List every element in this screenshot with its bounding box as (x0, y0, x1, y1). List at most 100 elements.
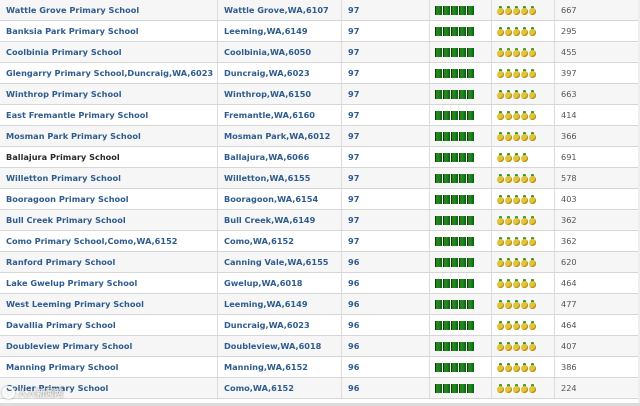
student-count: 455 (561, 47, 577, 57)
school-name-link[interactable]: Glengarry Primary School,Duncraig,WA,602… (0, 63, 218, 83)
pineapple-icon (497, 320, 504, 330)
student-count: 407 (561, 341, 577, 351)
performance-rating (430, 273, 492, 293)
student-count: 620 (561, 257, 577, 267)
book-icon (467, 152, 474, 162)
pineapple-icon (521, 110, 528, 120)
school-location-link[interactable]: Leeming,WA,6149 (218, 21, 342, 41)
pineapple-icon (521, 362, 528, 372)
table-row: Manning Primary School Manning,WA,6152 96 3… (0, 357, 638, 378)
pineapple-icon (521, 131, 528, 141)
school-location-link[interactable]: Ballajura,WA,6066 (218, 147, 342, 167)
pineapple-icon (505, 299, 512, 309)
pineapple-icon (505, 26, 512, 36)
student-count: 464 (561, 278, 577, 288)
school-name-link[interactable]: Willetton Primary School (0, 168, 218, 188)
school-location-link[interactable]: Como,WA,6152 (218, 231, 342, 251)
school-name-link[interactable]: Doubleview Primary School (0, 336, 218, 356)
pineapple-icon (521, 320, 528, 330)
school-score: 97 (342, 210, 430, 230)
pineapple-icon (521, 278, 528, 288)
book-icon (467, 110, 474, 120)
performance-rating (430, 168, 492, 188)
pineapple-icon (521, 47, 528, 57)
value-rating (492, 126, 555, 146)
book-icon (467, 131, 474, 141)
student-count: 414 (561, 110, 577, 120)
school-location-link[interactable]: Willetton,WA,6155 (218, 168, 342, 188)
pineapple-icon (513, 215, 520, 225)
value-rating (492, 168, 555, 188)
school-location-link[interactable]: Como,WA,6152 (218, 378, 342, 398)
school-location-link[interactable]: Wattle Grove,WA,6107 (218, 0, 342, 20)
value-rating (492, 357, 555, 377)
school-location-link[interactable]: Doubleview,WA,6018 (218, 336, 342, 356)
performance-rating (430, 84, 492, 104)
book-icon (451, 194, 458, 204)
pineapple-icon (521, 299, 528, 309)
school-name-link[interactable]: Ballajura Primary School (0, 147, 218, 167)
table-row: Glengarry Primary School,Duncraig,WA,602… (0, 63, 638, 84)
school-location-link[interactable]: Manning,WA,6152 (218, 357, 342, 377)
school-location-link[interactable]: Booragoon,WA,6154 (218, 189, 342, 209)
school-name-link[interactable]: Mosman Park Primary School (0, 126, 218, 146)
school-name-link[interactable]: Manning Primary School (0, 357, 218, 377)
book-icon (467, 194, 474, 204)
pineapple-icon (521, 68, 528, 78)
school-location-link[interactable]: Gwelup,WA,6018 (218, 273, 342, 293)
school-name-link[interactable]: Wattle Grove Primary School (0, 0, 218, 20)
book-icon (435, 236, 442, 246)
school-name-link[interactable]: Lake Gwelup Primary School (0, 273, 218, 293)
school-location-link[interactable]: Duncraig,WA,6023 (218, 63, 342, 83)
school-name-link[interactable]: Booragoon Primary School (0, 189, 218, 209)
pineapple-icon (529, 194, 536, 204)
book-icon (467, 26, 474, 36)
performance-rating (430, 126, 492, 146)
school-name-link[interactable]: Banksia Park Primary School (0, 21, 218, 41)
value-rating (492, 294, 555, 314)
pineapple-icon (521, 383, 528, 393)
school-location-link[interactable]: Mosman Park,WA,6012 (218, 126, 342, 146)
table-row: Winthrop Primary School Winthrop,WA,6150 9… (0, 84, 638, 105)
school-name-link[interactable]: Davallia Primary School (0, 315, 218, 335)
school-name-link[interactable]: West Leeming Primary School (0, 294, 218, 314)
book-icon (467, 383, 474, 393)
school-location-link[interactable]: Duncraig,WA,6023 (218, 315, 342, 335)
book-icon (435, 215, 442, 225)
book-icon (451, 236, 458, 246)
pineapple-icon (529, 320, 536, 330)
pineapple-icon (529, 89, 536, 99)
book-icon (435, 89, 442, 99)
pineapple-icon (505, 215, 512, 225)
school-location-link[interactable]: Bull Creek,WA,6149 (218, 210, 342, 230)
value-rating (492, 273, 555, 293)
book-icon (459, 68, 466, 78)
pineapple-icon (505, 5, 512, 15)
pineapple-icon (497, 5, 504, 15)
school-name-link[interactable]: Bull Creek Primary School (0, 210, 218, 230)
book-icon (451, 257, 458, 267)
table-row: Bull Creek Primary School Bull Creek,WA,6… (0, 210, 638, 231)
pineapple-icon (505, 320, 512, 330)
school-name-link[interactable]: East Fremantle Primary School (0, 105, 218, 125)
school-location-link[interactable]: Leeming,WA,6149 (218, 294, 342, 314)
table-row: Mosman Park Primary School Mosman Park,WA… (0, 126, 638, 147)
school-name-link[interactable]: Winthrop Primary School (0, 84, 218, 104)
school-name-link[interactable]: Coolbinia Primary School (0, 42, 218, 62)
pineapple-icon (505, 68, 512, 78)
school-location-link[interactable]: Canning Vale,WA,6155 (218, 252, 342, 272)
school-name-link[interactable]: Ranford Primary School (0, 252, 218, 272)
school-location-link[interactable]: Coolbinia,WA,6050 (218, 42, 342, 62)
performance-rating (430, 21, 492, 41)
school-name-link[interactable]: Como Primary School,Como,WA,6152 (0, 231, 218, 251)
school-score: 97 (342, 63, 430, 83)
pineapple-icon (529, 47, 536, 57)
student-count: 295 (561, 26, 577, 36)
school-location-link[interactable]: Winthrop,WA,6150 (218, 84, 342, 104)
value-rating (492, 21, 555, 41)
pineapple-icon (513, 152, 520, 162)
school-location-link[interactable]: Fremantle,WA,6160 (218, 105, 342, 125)
pineapple-icon (529, 215, 536, 225)
pineapple-icon (497, 299, 504, 309)
book-icon (443, 26, 450, 36)
